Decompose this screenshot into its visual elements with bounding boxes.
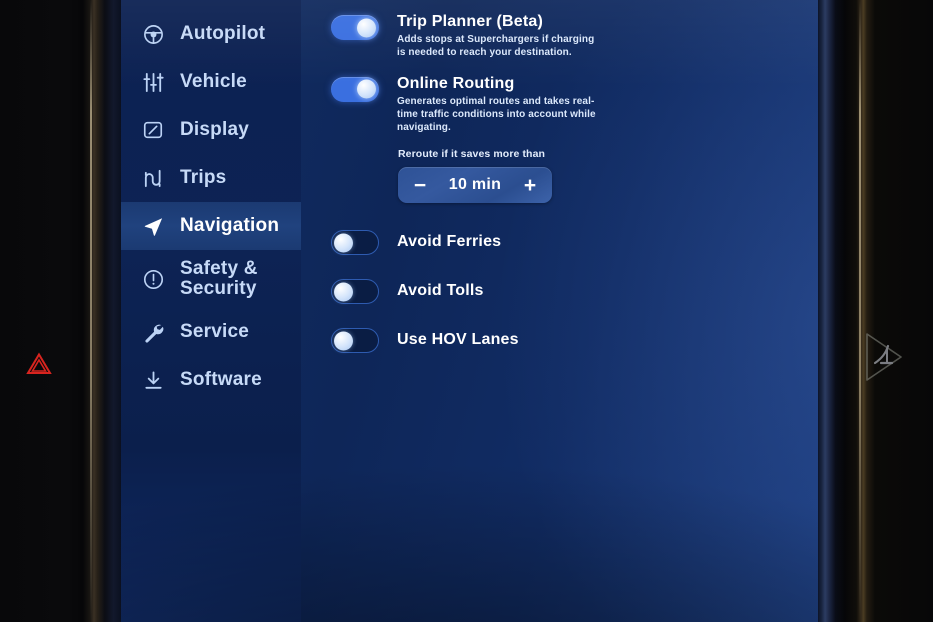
decrement-button[interactable]: − xyxy=(411,175,429,196)
setting-text: Avoid Tolls xyxy=(397,281,484,300)
sidebar-item-label: Trips xyxy=(180,167,227,189)
setting-text: Trip Planner (Beta) Adds stops at Superc… xyxy=(397,12,602,60)
sidebar-item-navigation[interactable]: Navigation xyxy=(121,202,301,250)
sidebar-item-label: Vehicle xyxy=(180,71,247,93)
avoid-ferries-toggle[interactable] xyxy=(331,230,379,256)
left-dashboard-bezel xyxy=(0,0,122,622)
wrench-icon xyxy=(140,321,166,344)
toggle-knob xyxy=(334,233,353,253)
toggle-knob xyxy=(334,331,353,351)
setting-description: Adds stops at Superchargers if charging … xyxy=(397,34,595,58)
sidebar-item-autopilot[interactable]: Autopilot xyxy=(121,10,301,58)
trip-planner-toggle[interactable] xyxy=(331,15,379,40)
setting-row-hov-lanes: Use HOV Lanes xyxy=(301,325,818,354)
winding-road-icon xyxy=(140,167,166,190)
sliders-icon xyxy=(140,71,166,94)
setting-row-avoid-tolls: Avoid Tolls xyxy=(301,276,818,305)
sidebar-item-display[interactable]: Display xyxy=(121,106,301,154)
sidebar-item-label: Navigation xyxy=(180,215,280,237)
bezel-highlight-line xyxy=(90,0,92,622)
avoid-tolls-toggle[interactable] xyxy=(331,279,379,305)
sidebar-item-trips[interactable]: Trips xyxy=(121,154,301,202)
toggle-knob xyxy=(334,282,353,302)
toggle-knob xyxy=(357,79,376,99)
toggle-knob xyxy=(357,18,376,37)
alert-circle-icon xyxy=(140,268,166,291)
setting-row-online-routing: Online Routing Generates optimal routes … xyxy=(301,74,818,135)
setting-description: Generates optimal routes and takes real-… xyxy=(397,95,596,133)
reroute-threshold-block: Reroute if it saves more than − 10 min + xyxy=(301,148,818,204)
setting-title: Use HOV Lanes xyxy=(397,330,519,348)
setting-title: Avoid Ferries xyxy=(397,232,502,250)
reroute-threshold-label: Reroute if it saves more than xyxy=(398,148,546,161)
download-icon xyxy=(140,369,166,392)
setting-text: Avoid Ferries xyxy=(397,232,501,251)
setting-row-trip-planner: Trip Planner (Beta) Adds stops at Superc… xyxy=(301,12,818,60)
setting-title: Avoid Tolls xyxy=(397,281,484,299)
setting-row-avoid-ferries: Avoid Ferries xyxy=(301,227,818,256)
settings-sidebar: Autopilot Vehicle Display Trips Navigati… xyxy=(121,0,301,622)
vehicle-touchscreen: Autopilot Vehicle Display Trips Navigati… xyxy=(121,0,818,622)
reroute-threshold-stepper[interactable]: − 10 min + xyxy=(398,167,552,204)
sidebar-item-software[interactable]: Software xyxy=(121,356,301,404)
display-icon xyxy=(140,119,166,141)
sidebar-item-label: Software xyxy=(180,369,262,391)
setting-text: Use HOV Lanes xyxy=(397,330,519,349)
hazard-warning-triangle-icon[interactable] xyxy=(26,352,52,376)
sidebar-item-label: Display xyxy=(180,119,249,141)
increment-button[interactable]: + xyxy=(521,175,539,196)
sidebar-item-label: Service xyxy=(180,321,250,343)
navigation-arrow-icon xyxy=(140,215,166,238)
screenshot-root: Autopilot Vehicle Display Trips Navigati… xyxy=(0,0,933,622)
navigation-settings-panel: Trip Planner (Beta) Adds stops at Superc… xyxy=(301,0,818,622)
online-routing-toggle[interactable] xyxy=(331,76,379,102)
sidebar-item-service[interactable]: Service xyxy=(121,308,301,356)
sidebar-item-safety-security[interactable]: Safety & Security xyxy=(121,250,301,308)
setting-title: Online Routing xyxy=(397,74,515,92)
steering-wheel-icon xyxy=(140,23,166,46)
sidebar-item-vehicle[interactable]: Vehicle xyxy=(121,58,301,106)
reroute-threshold-value: 10 min xyxy=(448,176,502,194)
bezel-highlight-line-right xyxy=(859,0,861,622)
sidebar-item-label: Autopilot xyxy=(180,23,266,45)
hov-lanes-toggle[interactable] xyxy=(331,328,379,354)
setting-text: Online Routing Generates optimal routes … xyxy=(397,74,602,135)
setting-title: Trip Planner (Beta) xyxy=(397,13,544,30)
right-dashboard-bezel xyxy=(817,0,933,622)
sidebar-item-label: Safety & Security xyxy=(180,258,258,299)
rear-defrost-icon[interactable] xyxy=(861,330,905,384)
